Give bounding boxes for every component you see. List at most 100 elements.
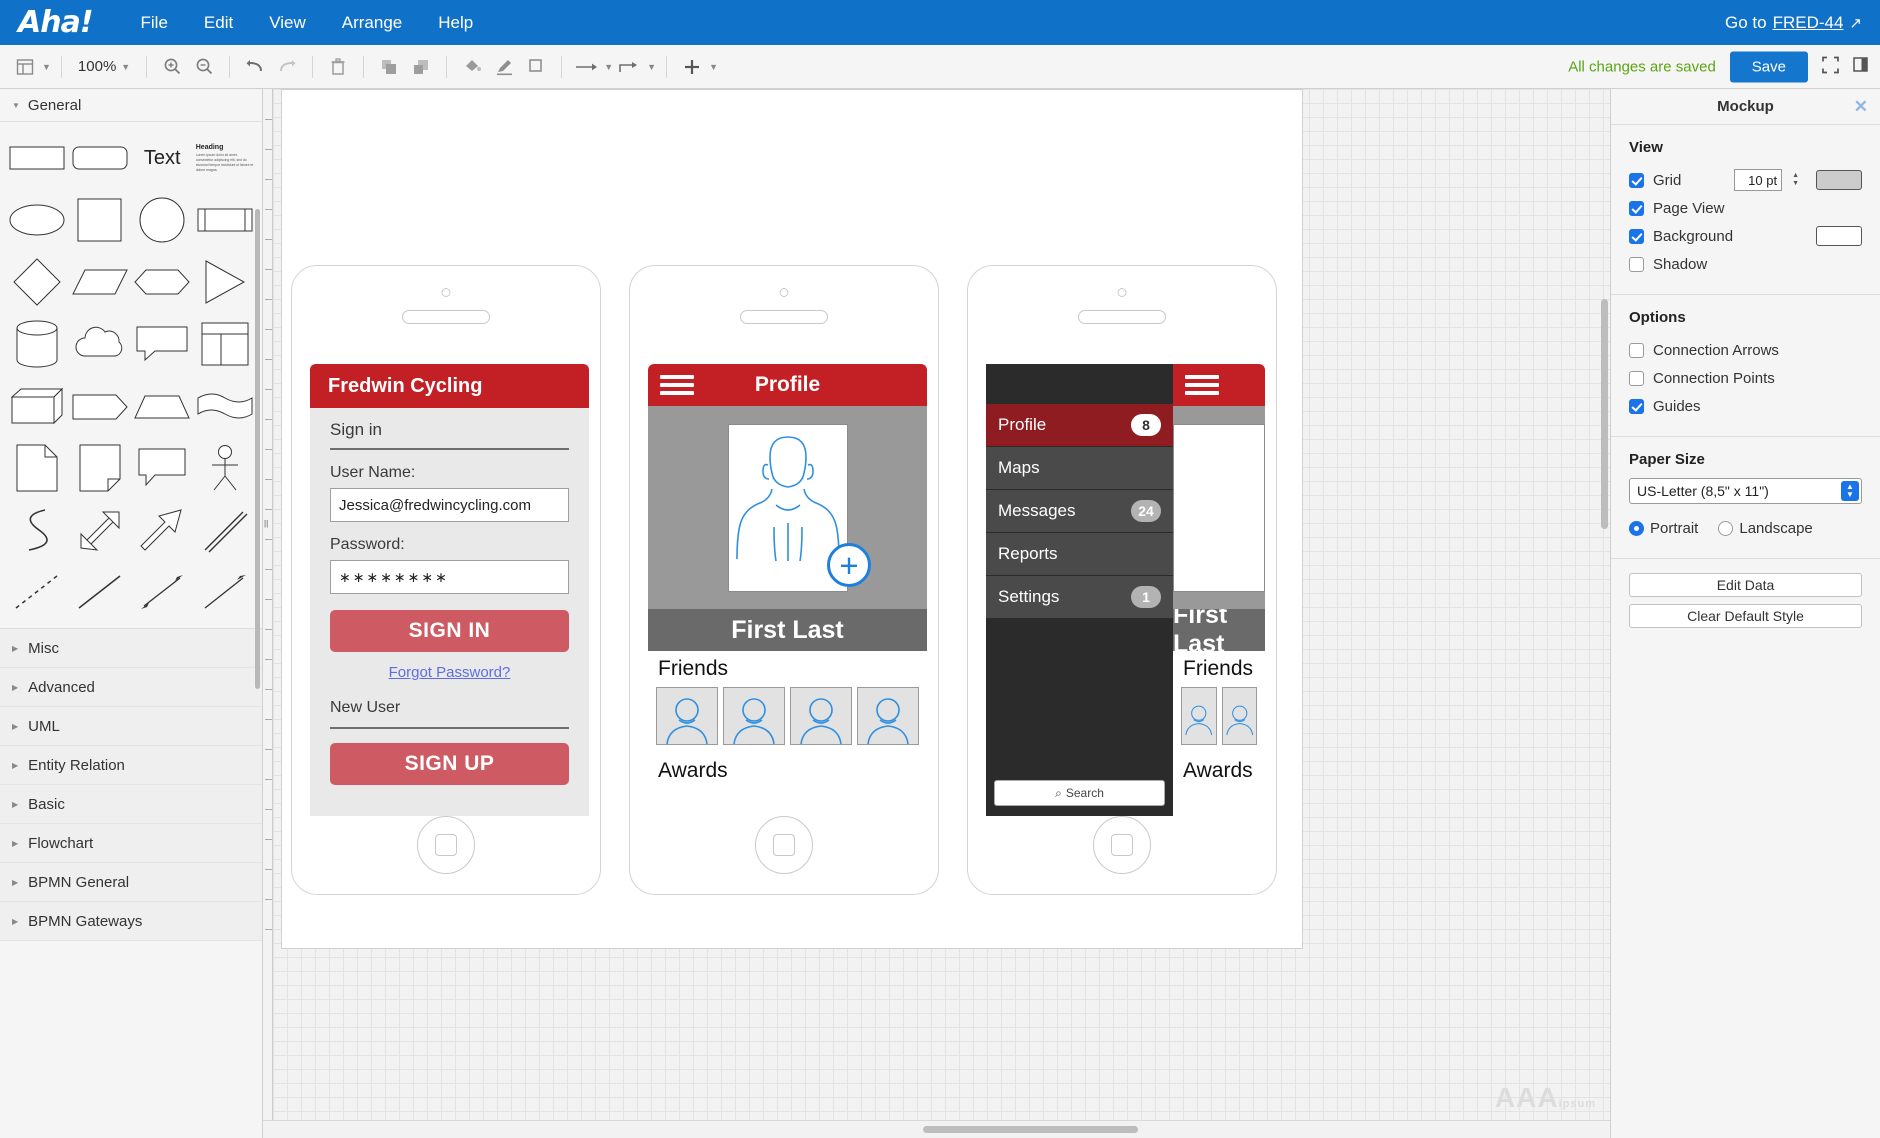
shadow-icon[interactable] <box>521 52 551 82</box>
portrait-radio[interactable] <box>1629 520 1644 536</box>
shape-arrow-pentagon[interactable] <box>71 382 130 430</box>
layout-icon[interactable] <box>10 52 40 82</box>
chevron-right-icon[interactable] <box>12 683 18 692</box>
shape-circle[interactable] <box>133 196 192 244</box>
chevron-down-icon[interactable] <box>12 101 20 110</box>
shape-trapezoid[interactable] <box>133 382 192 430</box>
canvas-vertical-scrollbar[interactable] <box>1601 299 1608 529</box>
chevron-right-icon[interactable] <box>12 878 18 887</box>
friend-avatar[interactable] <box>723 687 785 745</box>
friend-avatar[interactable] <box>656 687 718 745</box>
grid-checkbox[interactable] <box>1629 172 1644 188</box>
shape-hexagon[interactable] <box>133 258 192 306</box>
shape-block-arrow-double[interactable] <box>71 506 130 554</box>
phone1-signin-button[interactable]: SIGN IN <box>330 610 569 652</box>
drawer-item-messages[interactable]: Messages 24 <box>986 490 1173 533</box>
diagram-canvas[interactable]: Fredwin Cycling Sign in User Name: Jessi… <box>273 89 1610 1138</box>
menu-edit[interactable]: Edit <box>186 7 251 39</box>
drawer-item-maps[interactable]: Maps <box>986 447 1173 490</box>
zoom-in-icon[interactable] <box>157 52 187 82</box>
shape-rectangle[interactable] <box>8 134 67 182</box>
insert-chevron-down-icon[interactable]: ▼ <box>709 62 718 72</box>
goto-link[interactable]: FRED-44 <box>1773 13 1844 33</box>
chevron-right-icon[interactable] <box>12 644 18 653</box>
connection-chevron-down-icon[interactable]: ▼ <box>604 62 613 72</box>
shape-category-basic[interactable]: Basic <box>0 785 262 824</box>
menu-view[interactable]: View <box>251 7 324 39</box>
home-button-icon[interactable] <box>1093 816 1151 874</box>
redo-icon[interactable] <box>272 52 302 82</box>
grid-size-input[interactable]: 10 pt <box>1734 169 1783 191</box>
shape-note[interactable] <box>71 444 130 492</box>
zoom-out-icon[interactable] <box>189 52 219 82</box>
shape-category-advanced[interactable]: Advanced <box>0 668 262 707</box>
insert-icon[interactable] <box>677 52 707 82</box>
paper-size-select[interactable]: US-Letter (8,5" x 11") ▲ ▼ <box>1629 478 1862 504</box>
canvas-horizontal-scrollbar[interactable] <box>923 1126 1138 1133</box>
shapes-section-general[interactable]: General <box>0 89 262 122</box>
ruler-handle[interactable]: || <box>264 519 268 528</box>
shape-parallelogram[interactable] <box>71 258 130 306</box>
shadow-checkbox[interactable] <box>1629 256 1644 272</box>
edit-data-button[interactable]: Edit Data <box>1629 573 1862 597</box>
shape-curve-arrow[interactable] <box>8 506 67 554</box>
background-color-swatch[interactable] <box>1816 226 1862 246</box>
shape-category-misc[interactable]: Misc <box>0 629 262 668</box>
layout-chevron-down-icon[interactable]: ▼ <box>42 62 51 72</box>
close-icon[interactable]: ✕ <box>1854 97 1868 117</box>
grid-color-swatch[interactable] <box>1816 170 1862 190</box>
drawer-item-reports[interactable]: Reports <box>986 533 1173 576</box>
drawer-item-settings[interactable]: Settings 1 <box>986 576 1173 619</box>
drawer-search-input[interactable]: ⌕ Search <box>994 780 1165 806</box>
shape-document[interactable] <box>8 444 67 492</box>
shape-cylinder[interactable] <box>8 320 67 368</box>
to-front-icon[interactable] <box>374 52 404 82</box>
shape-heading-block[interactable]: Heading Lorem ipsum dolor sit amet, cons… <box>196 134 255 182</box>
shape-cube[interactable] <box>8 382 67 430</box>
shape-wave[interactable] <box>196 382 255 430</box>
page-view-checkbox[interactable] <box>1629 200 1644 216</box>
zoom-level[interactable]: 100% ▼ <box>72 58 136 75</box>
menu-arrange[interactable]: Arrange <box>324 7 420 39</box>
phone1-username-input[interactable]: Jessica@fredwincycling.com <box>330 488 569 522</box>
shape-line[interactable] <box>71 568 130 616</box>
phone1-forgot-password-link[interactable]: Forgot Password? <box>330 664 569 681</box>
shape-table[interactable] <box>196 320 255 368</box>
chevron-right-icon[interactable] <box>12 917 18 926</box>
canvas-area[interactable]: || Fredwin Cycling Sign in User Name: Je… <box>263 89 1610 1138</box>
zoom-chevron-down-icon[interactable]: ▼ <box>121 62 130 72</box>
chevron-right-icon[interactable] <box>12 800 18 809</box>
guides-checkbox[interactable] <box>1629 398 1644 414</box>
clear-default-style-button[interactable]: Clear Default Style <box>1629 604 1862 628</box>
friend-avatar[interactable] <box>1181 687 1217 745</box>
waypoints-chevron-down-icon[interactable]: ▼ <box>647 62 656 72</box>
home-button-icon[interactable] <box>755 816 813 874</box>
phone1-signup-button[interactable]: SIGN UP <box>330 743 569 785</box>
shapes-panel-scrollbar[interactable] <box>255 209 260 689</box>
shape-callout[interactable] <box>133 320 192 368</box>
menu-file[interactable]: File <box>123 7 186 39</box>
shape-double-line[interactable] <box>196 506 255 554</box>
shape-category-uml[interactable]: UML <box>0 707 262 746</box>
shape-category-entity-relation[interactable]: Entity Relation <box>0 746 262 785</box>
landscape-radio[interactable] <box>1718 520 1734 536</box>
shape-double-arrow-line[interactable] <box>133 568 192 616</box>
panel-toggle-icon[interactable] <box>1853 57 1868 77</box>
shape-diamond[interactable] <box>8 258 67 306</box>
waypoints-icon[interactable] <box>615 52 645 82</box>
hamburger-menu-icon[interactable] <box>660 371 694 399</box>
menu-help[interactable]: Help <box>420 7 491 39</box>
shape-category-bpmn-gateways[interactable]: BPMN Gateways <box>0 902 262 941</box>
shape-rounded-rectangle[interactable] <box>71 134 130 182</box>
friend-avatar[interactable] <box>1221 687 1257 745</box>
undo-icon[interactable] <box>240 52 270 82</box>
save-button[interactable]: Save <box>1729 51 1808 82</box>
shape-cloud[interactable] <box>71 320 130 368</box>
phone1-password-input[interactable]: ∗∗∗∗∗∗∗∗ <box>330 560 569 594</box>
chevron-right-icon[interactable] <box>12 761 18 770</box>
friend-avatar[interactable] <box>790 687 852 745</box>
friend-avatar[interactable] <box>857 687 919 745</box>
drawer-item-profile[interactable]: Profile 8 <box>986 404 1173 447</box>
connection-arrows-checkbox[interactable] <box>1629 342 1644 358</box>
select-stepper-icon[interactable]: ▲ ▼ <box>1841 481 1859 501</box>
